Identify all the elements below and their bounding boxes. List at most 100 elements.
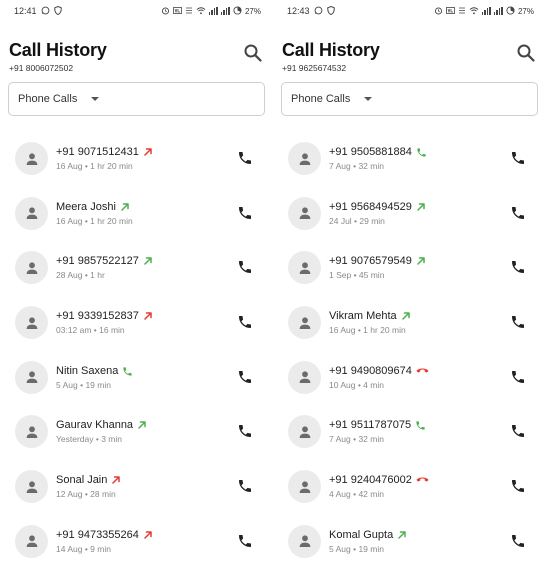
call-info: +91 9473355264 14 Aug • 9 min [56,528,153,554]
network-speed-icon [185,6,193,17]
call-type-dropdown[interactable]: Phone Calls [281,82,538,116]
phone-call-icon[interactable] [237,259,253,275]
call-row[interactable]: Sonal Jain 12 Aug • 28 min [0,459,273,514]
avatar [288,142,321,175]
phone-call-icon[interactable] [237,205,253,221]
call-row[interactable]: Nitin Saxena 5 Aug • 19 min [0,350,273,405]
call-info: +91 9505881884 7 Aug • 32 min [329,145,426,171]
phone-call-icon[interactable] [510,259,526,275]
call-meta: 4 Aug • 42 min [329,489,384,500]
battery-percent: 27% [517,6,534,16]
phone-screen-right: 12:43 27% Call History +91 9625674532 Ph… [273,0,546,567]
person-icon [26,152,37,165]
call-list: +91 9505881884 7 Aug • 32 min +91 956849… [273,131,546,567]
phone-call-icon[interactable] [237,478,253,494]
call-row[interactable]: Gaurav Khanna Yesterday • 3 min [0,404,273,459]
call-info: +91 9857522127 28 Aug • 1 hr [56,254,153,280]
phone-number-subtitle: +91 9625674532 [282,63,347,73]
wifi-icon [469,6,479,17]
caret-down-icon [91,97,100,101]
phone-call-icon[interactable] [510,533,526,549]
phone-call-icon[interactable] [510,423,526,439]
call-meta: 7 Aug • 32 min [329,161,384,171]
header: Call History +91 8006072502 [0,22,273,78]
call-meta: 12 Aug • 28 min [56,489,116,500]
whatsapp-icon [41,6,50,17]
phone-call-icon[interactable] [237,369,253,385]
person-icon [26,535,37,548]
call-meta: 16 Aug • 1 hr 20 min [56,161,133,171]
incoming-call-icon [122,366,132,376]
call-meta: 24 Jul • 29 min [329,215,385,226]
phone-screen-left: 12:41 27% Call History +91 8006072502 Ph… [0,0,273,567]
incoming-call-icon [416,147,426,157]
person-icon [299,262,310,274]
call-info: Nitin Saxena 5 Aug • 19 min [56,364,132,390]
phone-call-icon[interactable] [510,150,526,166]
call-list: +91 9071512431 16 Aug • 1 hr 20 min Meer… [0,131,273,567]
person-icon [26,371,37,384]
phone-call-icon[interactable] [237,150,253,166]
call-info: Vikram Mehta 16 Aug • 1 hr 20 min [329,309,411,335]
call-meta: Yesterday • 3 min [56,434,122,445]
call-row[interactable]: Komal Gupta 5 Aug • 19 min [273,514,546,567]
call-meta: 16 Aug • 1 hr 20 min [56,215,133,226]
phone-call-icon[interactable] [237,423,253,439]
missed-call-icon [143,311,153,321]
call-row[interactable]: +91 9473355264 14 Aug • 9 min [0,514,273,567]
call-row[interactable]: +91 9568494529 24 Jul • 29 min [273,186,546,241]
call-meta: 14 Aug • 9 min [56,543,111,554]
caller-name: +91 9076579549 [329,255,412,268]
call-row[interactable]: Meera Joshi 16 Aug • 1 hr 20 min [0,186,273,241]
call-row[interactable]: +91 9240476002 4 Aug • 42 min [273,459,546,514]
phone-call-icon[interactable] [237,314,253,330]
header: Call History +91 9625674532 [273,22,546,78]
alarm-icon [161,6,170,17]
phone-call-icon[interactable] [237,533,253,549]
call-row[interactable]: +91 9505881884 7 Aug • 32 min [273,131,546,186]
call-row[interactable]: +91 9511787075 7 Aug • 32 min [273,404,546,459]
phone-call-icon[interactable] [510,314,526,330]
search-icon[interactable] [243,43,263,63]
rejected-call-icon [416,475,429,485]
person-icon [26,316,37,329]
call-row[interactable]: +91 9857522127 28 Aug • 1 hr [0,240,273,295]
alarm-icon [434,6,443,17]
person-icon [299,207,310,220]
call-meta: 16 Aug • 1 hr 20 min [329,325,406,336]
incoming-call-icon [415,420,425,431]
caret-down-icon [364,97,373,101]
call-info: Komal Gupta 5 Aug • 19 min [329,528,407,554]
rejected-call-icon [416,366,429,376]
status-time: 12:43 [287,6,310,16]
outgoing-call-icon [397,530,407,540]
call-meta: 7 Aug • 32 min [329,434,384,445]
avatar [15,415,48,449]
call-row[interactable]: +91 9071512431 16 Aug • 1 hr 20 min [0,131,273,186]
page-title: Call History [282,40,380,60]
call-row[interactable]: +91 9339152837 03:12 am • 16 min [0,295,273,350]
phone-call-icon[interactable] [510,369,526,385]
call-info: +91 9511787075 7 Aug • 32 min [329,418,425,444]
phone-call-icon[interactable] [510,478,526,494]
dropdown-selected-value: Phone Calls [291,93,351,105]
caller-name: +91 9490809674 [329,364,412,377]
call-info: +91 9240476002 4 Aug • 42 min [329,473,429,500]
person-icon [299,371,310,384]
avatar [288,524,321,558]
avatar [288,415,321,449]
call-row[interactable]: +91 9076579549 1 Sep • 45 min [273,240,546,295]
search-icon[interactable] [516,43,536,63]
avatar [288,360,321,394]
person-icon [26,207,37,220]
avatar [15,360,48,394]
call-info: Meera Joshi 16 Aug • 1 hr 20 min [56,200,133,226]
phone-call-icon[interactable] [510,205,526,221]
call-type-dropdown[interactable]: Phone Calls [8,82,265,116]
signal-icon [208,7,218,15]
avatar [288,470,321,504]
call-row[interactable]: +91 9490809674 10 Aug • 4 min [273,350,546,405]
wifi-icon [196,6,206,17]
battery-percent: 27% [244,6,261,16]
call-row[interactable]: Vikram Mehta 16 Aug • 1 hr 20 min [273,295,546,350]
